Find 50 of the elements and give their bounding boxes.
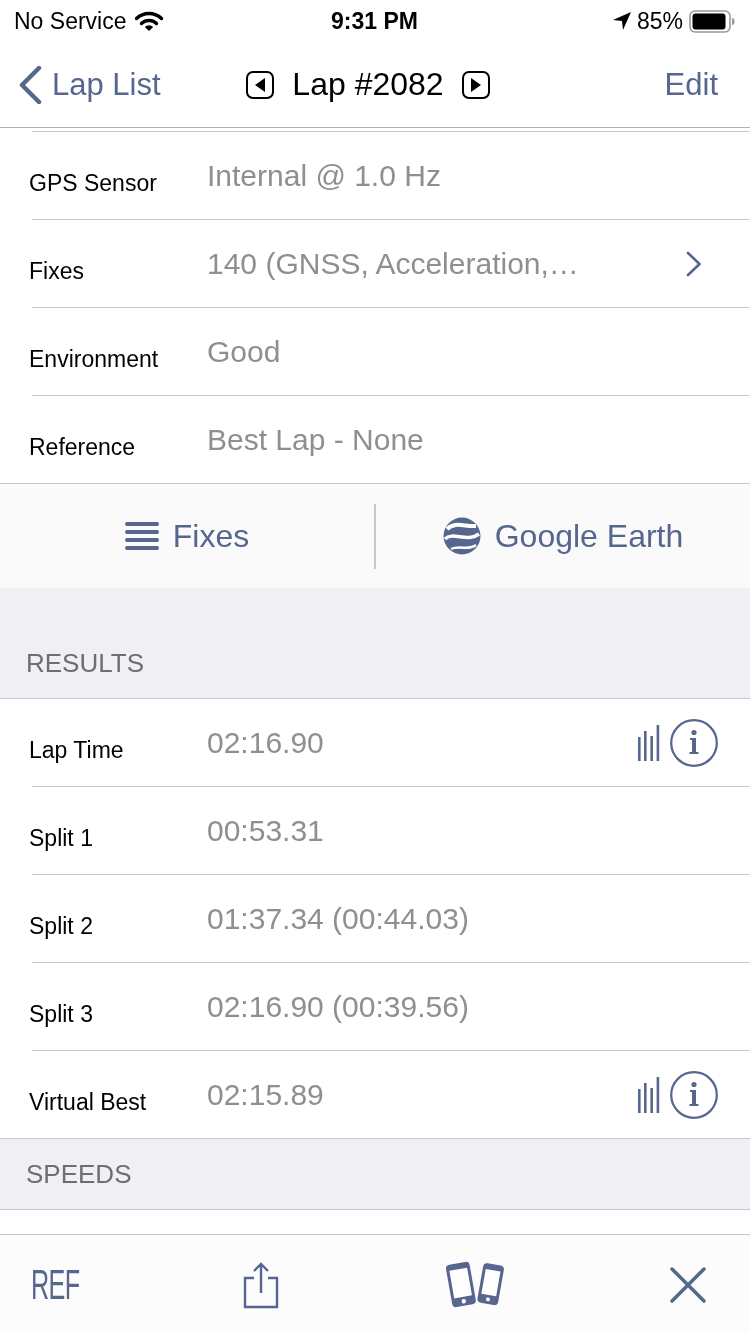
globe-icon xyxy=(442,517,481,555)
chevron-right-icon[interactable] xyxy=(686,250,702,277)
result-value: 00:53.31 xyxy=(207,813,324,848)
info-icon[interactable] xyxy=(670,1070,718,1119)
result-label: Split 3 xyxy=(29,1001,94,1028)
list-icon xyxy=(124,522,159,550)
location-arrow-icon xyxy=(612,12,631,30)
wifi-icon xyxy=(134,10,165,32)
clock-time: 9:31 PM xyxy=(331,7,418,35)
edit-button[interactable]: Edit xyxy=(664,66,718,103)
field-label: Reference xyxy=(29,434,137,461)
field-value: Best Lap - None xyxy=(207,422,424,457)
info-icon[interactable] xyxy=(670,718,718,767)
devices-button[interactable] xyxy=(443,1260,507,1309)
bar-chart-icon[interactable] xyxy=(638,1076,660,1113)
battery-percent: 85% xyxy=(636,7,683,35)
field-value: Good xyxy=(207,334,281,369)
result-label: Split 1 xyxy=(29,825,94,852)
field-label: GPS Sensor xyxy=(29,170,158,197)
previous-lap-button[interactable] xyxy=(246,70,275,99)
google-earth-button[interactable]: Google Earth xyxy=(442,517,684,555)
next-lap-button[interactable] xyxy=(461,70,490,99)
result-value: 02:16.90 (00:39.56) xyxy=(207,989,469,1024)
nav-title: Lap #2082 xyxy=(292,66,444,103)
left-triangle-icon xyxy=(255,77,266,92)
result-label: Split 2 xyxy=(29,913,94,940)
battery-icon xyxy=(689,9,735,33)
back-button[interactable]: Lap List xyxy=(18,65,161,104)
close-icon xyxy=(670,1266,706,1303)
field-label: Fixes xyxy=(29,258,85,285)
result-value: 02:16.90 xyxy=(207,725,324,760)
result-value: 02:15.89 xyxy=(207,1077,324,1112)
share-button[interactable] xyxy=(243,1260,279,1309)
result-value: 01:37.34 (00:44.03) xyxy=(207,901,469,936)
carrier-text: No Service xyxy=(14,7,127,35)
close-button[interactable] xyxy=(670,1266,706,1303)
right-triangle-icon xyxy=(470,77,481,92)
field-label: Environment xyxy=(29,346,160,373)
two-phones-icon xyxy=(443,1260,507,1309)
back-chevron-icon xyxy=(18,65,42,104)
result-label: Lap Time xyxy=(29,737,125,764)
field-value: Internal @ 1.0 Hz xyxy=(207,158,441,193)
result-label: Virtual Best xyxy=(29,1089,148,1116)
section-title: RESULTS xyxy=(26,647,144,679)
field-value: 140 (GNSS, Acceleration,… xyxy=(207,246,579,281)
ref-button[interactable]: REF xyxy=(31,1260,80,1309)
fixes-button[interactable]: Fixes xyxy=(124,517,250,555)
section-title: SPEEDS xyxy=(26,1158,132,1190)
bar-chart-icon[interactable] xyxy=(638,724,660,761)
share-icon xyxy=(243,1260,279,1309)
